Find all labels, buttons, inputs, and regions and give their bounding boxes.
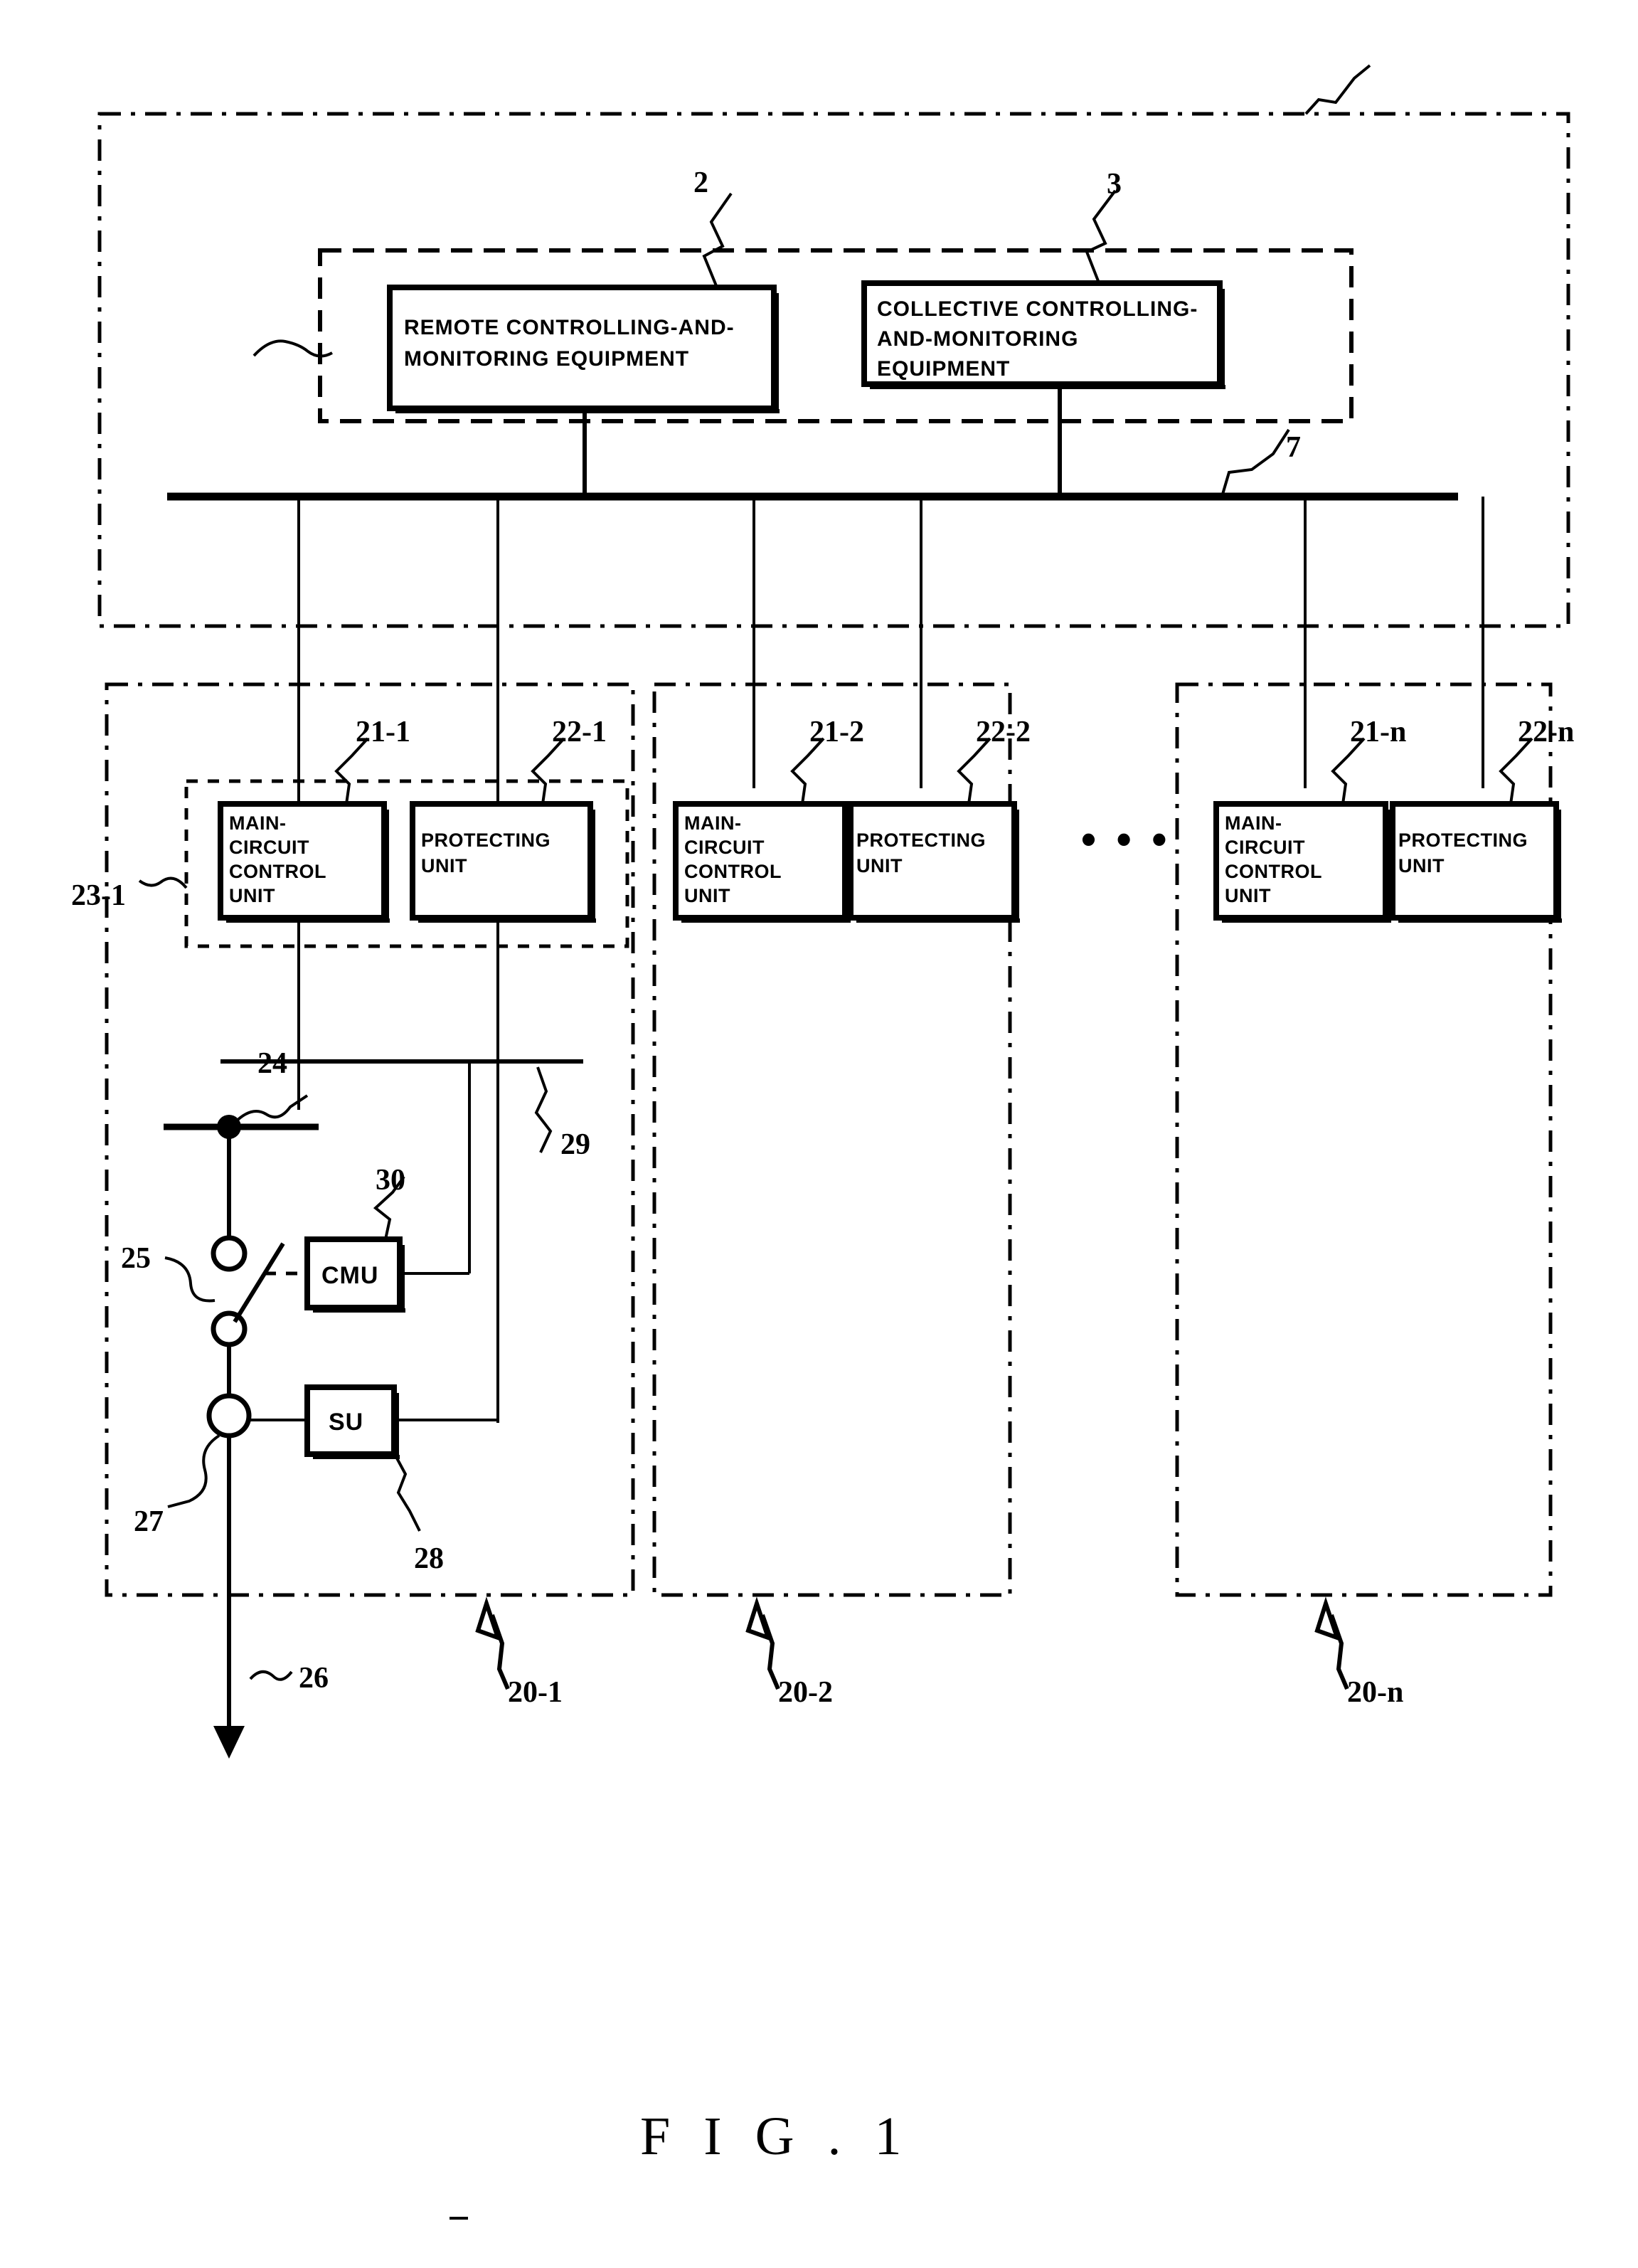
ref-label-2: 2 xyxy=(693,166,708,199)
switch-contact-upper-25[interactable] xyxy=(211,1235,248,1272)
system-boundary-1 xyxy=(97,112,1570,628)
leader-line-25 xyxy=(164,1256,216,1303)
ref-label-26: 26 xyxy=(299,1662,329,1695)
cmu-label: CMU xyxy=(321,1262,378,1289)
leader-line-29 xyxy=(534,1066,553,1153)
su-label: SU xyxy=(329,1409,363,1436)
protecting-unit-1-line2: UNIT xyxy=(421,855,467,876)
collective-equipment-label-line3: EQUIPMENT xyxy=(877,357,1010,381)
ref-label-7: 7 xyxy=(1286,431,1301,464)
main-unit-1-line4: UNIT xyxy=(229,885,275,906)
leader-line-26 xyxy=(249,1670,293,1681)
ref-label-24: 24 xyxy=(257,1047,287,1080)
main-unit-2-line4: UNIT xyxy=(684,885,730,906)
arrow-20-1 xyxy=(475,1596,510,1690)
ref-label-30: 30 xyxy=(376,1164,405,1197)
leader-line-28 xyxy=(394,1455,421,1532)
protecting-unit-1-line1: PROTECTING xyxy=(421,830,551,851)
ref-label-3: 3 xyxy=(1107,168,1122,201)
leader-line-3 xyxy=(1085,189,1117,285)
panels-ellipsis: • • • xyxy=(1081,815,1171,863)
ref-label-22-1: 22-1 xyxy=(552,716,607,748)
ref-label-21-n: 21-n xyxy=(1350,716,1406,748)
collective-equipment-label-line1: COLLECTIVE CONTROLLING- xyxy=(877,297,1198,321)
ref-label-20-1: 20-1 xyxy=(508,1676,563,1709)
remote-equipment-label-line1: REMOTE CONTROLLING-AND- xyxy=(404,316,735,339)
current-transformer-27[interactable] xyxy=(206,1393,252,1438)
ref-label-29: 29 xyxy=(560,1128,590,1161)
feeder-arrowhead-26 xyxy=(213,1726,245,1759)
ref-label-23-1: 23-1 xyxy=(71,879,126,912)
patent-figure-page: REMOTE CONTROLLING-AND- MONITORING EQUIP… xyxy=(0,0,1638,2268)
protecting-unit-2-line2: UNIT xyxy=(856,855,903,876)
protecting-unit-n-line1: PROTECTING xyxy=(1398,830,1528,851)
ref-label-27: 27 xyxy=(134,1505,164,1538)
leader-line-1 xyxy=(1304,64,1371,115)
ref-label-20-n: 20-n xyxy=(1347,1676,1403,1709)
arrow-20-n xyxy=(1314,1596,1349,1690)
collective-equipment-label-line2: AND-MONITORING xyxy=(877,327,1078,351)
figure-caption: F I G . 1 xyxy=(640,2107,911,2166)
ref-label-21-2: 21-2 xyxy=(809,716,864,748)
leader-line-23-1 xyxy=(138,876,188,889)
main-unit-2-line3: CONTROL xyxy=(684,861,782,882)
main-unit-n-line3: CONTROL xyxy=(1225,861,1322,882)
protecting-unit-n-line2: UNIT xyxy=(1398,855,1445,876)
main-unit-n-line1: MAIN- xyxy=(1225,812,1282,834)
leader-line-2 xyxy=(702,192,733,288)
main-unit-1-line2: CIRCUIT xyxy=(229,837,309,858)
protecting-unit-2-line1: PROTECTING xyxy=(856,830,986,851)
leader-line-27 xyxy=(167,1434,220,1508)
ref-label-21-1: 21-1 xyxy=(356,716,410,748)
leader-line-24 xyxy=(233,1094,309,1124)
ref-label-28: 28 xyxy=(414,1542,444,1575)
ref-label-25: 25 xyxy=(121,1242,151,1275)
figure-canvas: REMOTE CONTROLLING-AND- MONITORING EQUIP… xyxy=(71,64,1574,2220)
main-unit-2-line1: MAIN- xyxy=(684,812,741,834)
main-unit-1-line3: CONTROL xyxy=(229,861,326,882)
main-unit-n-line4: UNIT xyxy=(1225,885,1271,906)
main-unit-n-line2: CIRCUIT xyxy=(1225,837,1305,858)
main-unit-2-line2: CIRCUIT xyxy=(684,837,765,858)
ref-label-22-n: 22-n xyxy=(1518,716,1574,748)
ref-label-20-2: 20-2 xyxy=(778,1676,833,1709)
arrow-20-2 xyxy=(745,1596,780,1690)
remote-equipment-label-line2: MONITORING EQUIPMENT xyxy=(404,347,689,371)
switch-contact-lower-25[interactable] xyxy=(211,1310,248,1347)
leader-line-7 xyxy=(1220,428,1290,497)
main-unit-1-line1: MAIN- xyxy=(229,812,286,834)
ref-label-22-2: 22-2 xyxy=(976,716,1031,748)
